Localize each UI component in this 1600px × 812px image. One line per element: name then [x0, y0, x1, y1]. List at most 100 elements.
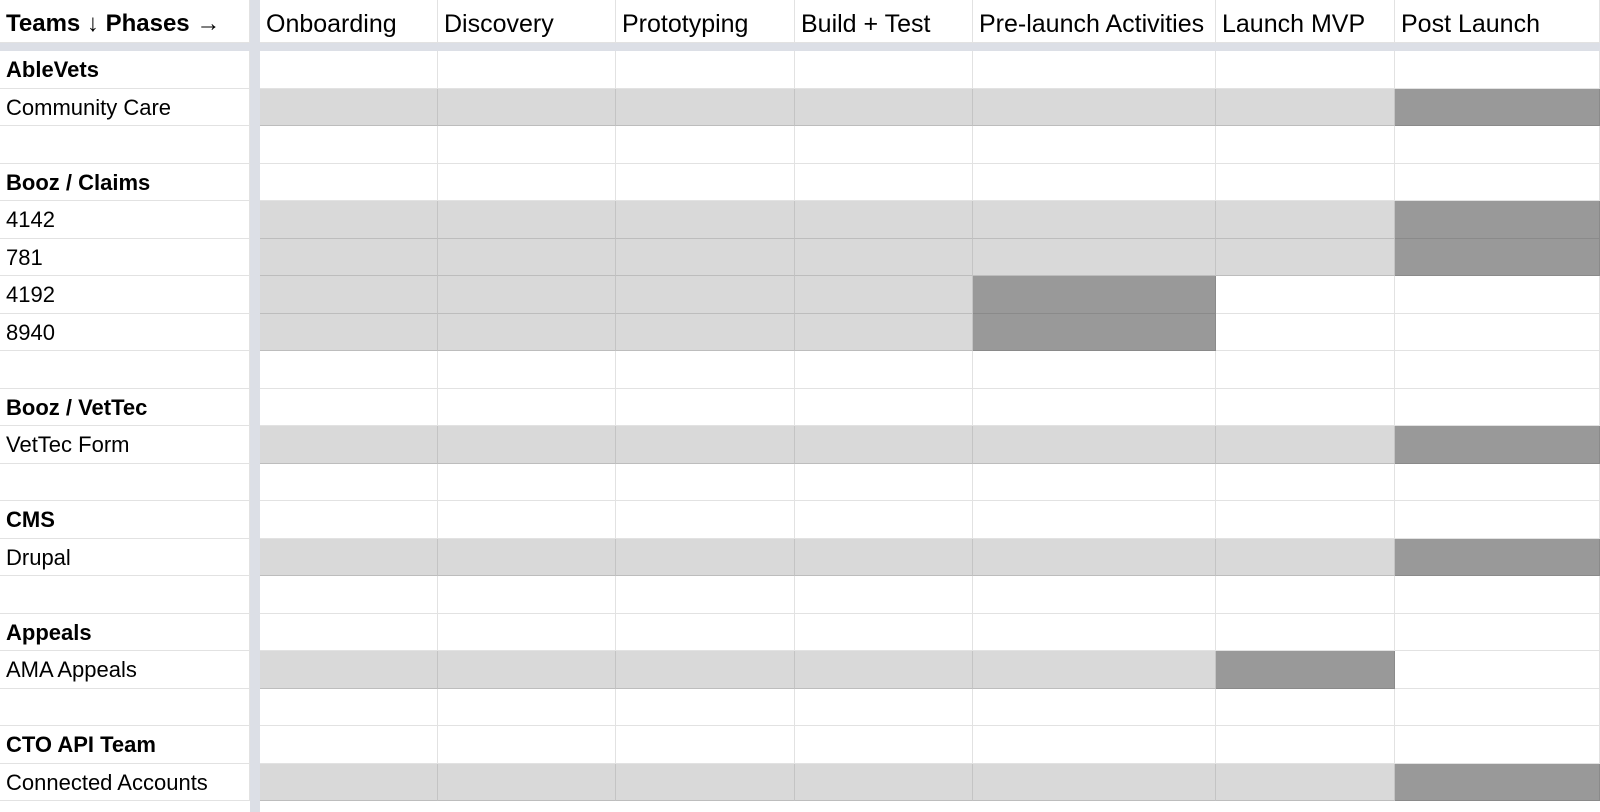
phase-header-launch-mvp[interactable]: Launch MVP: [1216, 0, 1395, 43]
phase-cell-dark[interactable]: [1395, 426, 1600, 464]
project-label-781[interactable]: 781: [0, 239, 250, 276]
phase-cell-empty[interactable]: [260, 501, 438, 539]
phase-cell-empty[interactable]: [260, 576, 438, 614]
phase-cell-empty[interactable]: [973, 464, 1216, 501]
phase-cell-light[interactable]: [438, 201, 616, 239]
phase-cell-empty[interactable]: [616, 164, 795, 201]
phase-cell-empty[interactable]: [1395, 164, 1600, 201]
phase-cell-empty[interactable]: [1216, 389, 1395, 426]
phase-cell-dark[interactable]: [973, 276, 1216, 314]
phase-cell-light[interactable]: [260, 201, 438, 239]
corner-header-cell[interactable]: Teams ↓ Phases →: [0, 0, 250, 43]
phase-cell-empty[interactable]: [438, 126, 616, 164]
phase-cell-empty[interactable]: [1395, 726, 1600, 764]
phase-cell-light[interactable]: [616, 539, 795, 576]
phase-cell-light[interactable]: [616, 89, 795, 126]
phase-cell-light[interactable]: [1216, 539, 1395, 576]
phase-cell-light[interactable]: [438, 89, 616, 126]
phase-cell-light[interactable]: [973, 764, 1216, 801]
phase-cell-light[interactable]: [795, 89, 973, 126]
phase-cell-empty[interactable]: [1216, 164, 1395, 201]
phase-cell-empty[interactable]: [1216, 276, 1395, 314]
phase-cell-light[interactable]: [973, 651, 1216, 689]
phase-header-build-test[interactable]: Build + Test: [795, 0, 973, 43]
phase-cell-empty[interactable]: [438, 164, 616, 201]
phase-cell-empty[interactable]: [1395, 51, 1600, 89]
phase-cell-empty[interactable]: [438, 689, 616, 726]
phase-cell-empty[interactable]: [1395, 351, 1600, 389]
phase-cell-light[interactable]: [795, 239, 973, 276]
phase-cell-light[interactable]: [260, 276, 438, 314]
phase-cell-light[interactable]: [260, 651, 438, 689]
phase-cell-light[interactable]: [795, 539, 973, 576]
phase-cell-dark[interactable]: [1395, 764, 1600, 801]
phase-cell-light[interactable]: [1216, 201, 1395, 239]
phase-cell-empty[interactable]: [260, 614, 438, 651]
phase-cell-empty[interactable]: [438, 51, 616, 89]
phase-cell-empty[interactable]: [616, 576, 795, 614]
phase-cell-empty[interactable]: [973, 389, 1216, 426]
phase-cell-empty[interactable]: [1216, 126, 1395, 164]
phase-cell-empty[interactable]: [1395, 126, 1600, 164]
phase-cell-empty[interactable]: [1395, 464, 1600, 501]
phase-cell-empty[interactable]: [1395, 614, 1600, 651]
project-label-vettec-form[interactable]: VetTec Form: [0, 426, 250, 464]
team-header-booz-claims[interactable]: Booz / Claims: [0, 164, 250, 201]
phase-cell-light[interactable]: [616, 239, 795, 276]
phase-cell-empty[interactable]: [1216, 689, 1395, 726]
empty-label-cell[interactable]: [0, 689, 250, 726]
phase-header-onboarding[interactable]: Onboarding: [260, 0, 438, 43]
project-label-8940[interactable]: 8940: [0, 314, 250, 351]
phase-cell-empty[interactable]: [795, 689, 973, 726]
phase-cell-light[interactable]: [795, 314, 973, 351]
phase-cell-light[interactable]: [616, 276, 795, 314]
phase-cell-empty[interactable]: [438, 576, 616, 614]
phase-header-prototyping[interactable]: Prototyping: [616, 0, 795, 43]
phase-cell-empty[interactable]: [616, 726, 795, 764]
phase-cell-empty[interactable]: [1395, 276, 1600, 314]
phase-cell-empty[interactable]: [795, 164, 973, 201]
phase-cell-light[interactable]: [616, 651, 795, 689]
phase-cell-dark[interactable]: [1395, 89, 1600, 126]
phase-cell-empty[interactable]: [1395, 689, 1600, 726]
phase-cell-empty[interactable]: [438, 464, 616, 501]
phase-cell-light[interactable]: [438, 539, 616, 576]
phase-cell-empty[interactable]: [973, 576, 1216, 614]
phase-cell-empty[interactable]: [795, 389, 973, 426]
frozen-row-divider[interactable]: [0, 43, 1600, 51]
phase-cell-empty[interactable]: [616, 689, 795, 726]
phase-cell-dark[interactable]: [973, 314, 1216, 351]
phase-cell-light[interactable]: [260, 426, 438, 464]
phase-cell-light[interactable]: [616, 201, 795, 239]
phase-cell-dark[interactable]: [1395, 239, 1600, 276]
phase-cell-light[interactable]: [1216, 764, 1395, 801]
phase-cell-empty[interactable]: [1395, 389, 1600, 426]
phase-cell-dark[interactable]: [1216, 651, 1395, 689]
phase-cell-empty[interactable]: [260, 726, 438, 764]
phase-cell-empty[interactable]: [795, 501, 973, 539]
phase-cell-light[interactable]: [973, 89, 1216, 126]
phase-cell-light[interactable]: [438, 426, 616, 464]
phase-cell-light[interactable]: [1216, 426, 1395, 464]
phase-cell-empty[interactable]: [1216, 614, 1395, 651]
phase-cell-empty[interactable]: [438, 501, 616, 539]
phase-cell-empty[interactable]: [1395, 501, 1600, 539]
phase-cell-empty[interactable]: [260, 464, 438, 501]
phase-cell-empty[interactable]: [1216, 576, 1395, 614]
frozen-column-divider[interactable]: [250, 0, 260, 812]
phase-cell-light[interactable]: [1216, 239, 1395, 276]
phase-cell-empty[interactable]: [260, 164, 438, 201]
phase-cell-empty[interactable]: [438, 389, 616, 426]
phase-cell-empty[interactable]: [795, 464, 973, 501]
phase-cell-empty[interactable]: [260, 389, 438, 426]
phase-header-discovery[interactable]: Discovery: [438, 0, 616, 43]
empty-label-cell[interactable]: [0, 351, 250, 389]
phase-cell-empty[interactable]: [1216, 314, 1395, 351]
empty-label-cell[interactable]: [0, 464, 250, 501]
phase-cell-light[interactable]: [795, 426, 973, 464]
phase-cell-light[interactable]: [973, 201, 1216, 239]
phase-cell-light[interactable]: [973, 426, 1216, 464]
phase-cell-light[interactable]: [260, 314, 438, 351]
phase-cell-empty[interactable]: [616, 614, 795, 651]
phase-cell-empty[interactable]: [973, 501, 1216, 539]
